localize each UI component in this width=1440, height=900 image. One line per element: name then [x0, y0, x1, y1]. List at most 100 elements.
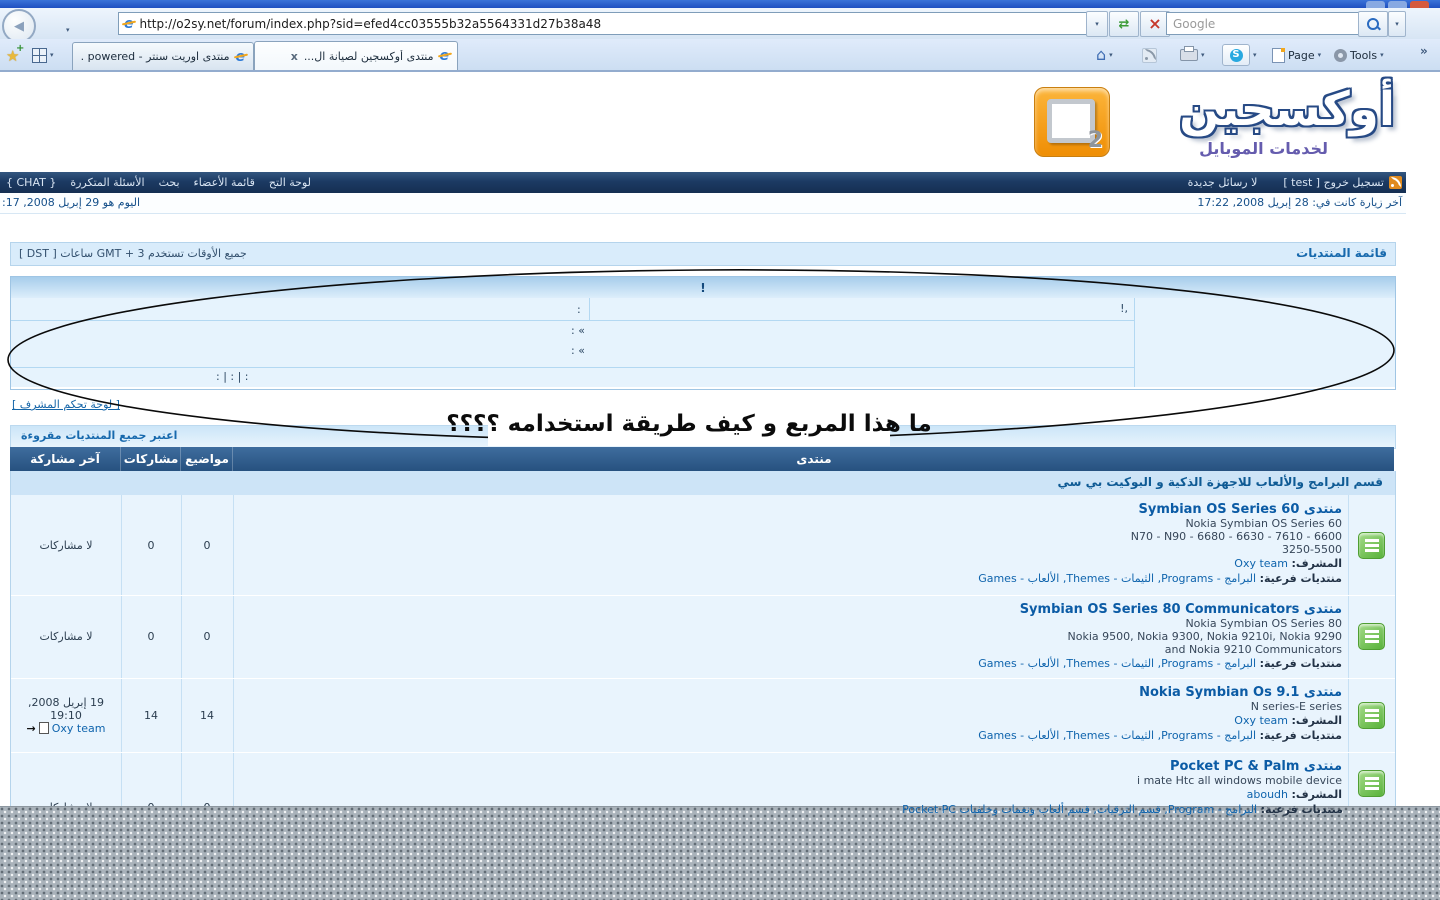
page-menu-button[interactable]: Page ▾: [1272, 44, 1321, 66]
nav-item-messages[interactable]: لا رسائل جديدة: [1188, 176, 1258, 189]
forum-info-cell: منتدى Symbian OS Series 60 Nokia Symbian…: [233, 495, 1342, 598]
stats-line-1: : «: [571, 324, 585, 337]
nav-item-search[interactable]: بحث: [159, 176, 180, 189]
rss-feed-icon[interactable]: [1389, 176, 1402, 189]
table-row: 19 إبريل 2008, 19:10 → Oxy team 14 14 من…: [11, 678, 1395, 752]
toolbar-overflow-chevron[interactable]: »: [1420, 44, 1428, 58]
skype-toolbar-button[interactable]: S ▾: [1222, 44, 1257, 66]
forum-status-cell: [1348, 595, 1395, 678]
moderator-link[interactable]: Oxy team: [1234, 714, 1288, 727]
stop-icon: ×: [1148, 16, 1161, 32]
last-post-user-link[interactable]: Oxy team: [52, 722, 106, 735]
search-input[interactable]: Google: [1166, 12, 1364, 35]
subforum-links[interactable]: البرامج - Program, قسم الترقيات, قسم ألع…: [902, 803, 1257, 816]
moderator-label: المشرف:: [1292, 788, 1343, 801]
address-history-dropdown-button[interactable]: ▾: [1086, 11, 1108, 37]
tab-oxygen-forum[interactable]: e منتدى أوكسجين لصيانة ال... x: [254, 41, 458, 70]
search-button[interactable]: [1358, 11, 1388, 37]
add-favorite-button[interactable]: ★ +: [6, 46, 19, 65]
forum-icon: [1358, 623, 1385, 650]
print-button[interactable]: ▾: [1180, 44, 1205, 66]
latest-post-page-icon[interactable]: [39, 722, 49, 734]
forum-title-link[interactable]: منتدى Symbian OS Series 80 Communicators: [1020, 602, 1342, 617]
nav-item-chat[interactable]: { CHAT }: [6, 176, 56, 189]
subforum-links[interactable]: البرامج - Programs, الثيمات - Themes, ال…: [978, 657, 1256, 670]
nav-item-memberlist[interactable]: قائمة الأعضاء: [194, 176, 255, 189]
page-icon: [1272, 48, 1285, 63]
rss-icon: [1142, 48, 1157, 63]
category-title[interactable]: قسم البرامج والألعاب للاجهزة الذكية و ال…: [1057, 475, 1383, 489]
stats-box-body: !, : : « : « : | : | :: [11, 298, 1395, 387]
screenshot-root: ◀ ▾ e http://o2sy.net/forum/index.php?si…: [0, 0, 1440, 900]
window-titlebar[interactable]: [0, 0, 1440, 8]
moderator-link[interactable]: aboudh: [1247, 788, 1288, 801]
forum-title-link[interactable]: منتدى Nokia Symbian Os 9.1: [1139, 685, 1342, 700]
forum-icon-bars: [1365, 630, 1379, 643]
mark-read-link[interactable]: اعتبر جميع المنتديات مقروءة: [21, 429, 177, 442]
o2-logo-two: 2: [1088, 128, 1103, 153]
nav-item-faq[interactable]: الأسئلة المتكررة: [70, 176, 144, 189]
subforum-links[interactable]: البرامج - Programs, الثيمات - Themes, ال…: [978, 729, 1256, 742]
forum-description: Nokia 9500, Nokia 9300, Nokia 9210i, Nok…: [233, 630, 1342, 643]
posts-value: 14: [144, 709, 158, 722]
feeds-button[interactable]: [1142, 44, 1157, 66]
close-button[interactable]: [1410, 1, 1429, 8]
forum-title-link[interactable]: منتدى Pocket PC & Palm: [1170, 759, 1342, 774]
last-post-cell: 19 إبريل 2008, 19:10 → Oxy team: [11, 678, 121, 752]
address-input[interactable]: e http://o2sy.net/forum/index.php?sid=ef…: [118, 12, 1087, 35]
o2-logo-badge: 2: [1034, 87, 1110, 157]
tools-menu-button[interactable]: Tools ▾: [1334, 44, 1384, 66]
forum-icon: [1358, 532, 1385, 559]
minimize-button[interactable]: [1366, 1, 1385, 8]
subforum-links[interactable]: البرامج - Programs, الثيمات - Themes, ال…: [978, 572, 1256, 585]
forum-rows: لا مشاركات 0 0 منتدى Symbian OS Series 6…: [10, 495, 1396, 806]
forum-navbar: لوحة التح قائمة الأعضاء بحث الأسئلة المت…: [0, 172, 1406, 193]
forum-icon-bars: [1365, 777, 1379, 790]
category-row: قسم البرامج والألعاب للاجهزة الذكية و ال…: [10, 471, 1396, 495]
forum-description: Nokia Symbian OS Series 80: [233, 617, 1342, 630]
site-logo-tagline: لخدمات الموبايل: [1199, 139, 1328, 158]
refresh-button[interactable]: ⇄: [1109, 11, 1139, 37]
forum-info-cell: منتدى Symbian OS Series 80 Communicators…: [233, 595, 1342, 681]
topics-value: 0: [204, 539, 211, 552]
tools-menu-label: Tools: [1350, 49, 1377, 62]
stats-box-header: !: [11, 277, 1395, 298]
skype-button-frame: S: [1222, 44, 1250, 66]
moderator-link[interactable]: Oxy team: [1234, 557, 1288, 570]
header-forum: منتدى: [232, 447, 1395, 471]
browser-address-row: ◀ ▾ e http://o2sy.net/forum/index.php?si…: [0, 8, 1440, 40]
tab-orbit-forum[interactable]: e منتدى اوريت سنتر - powered ...: [72, 42, 254, 70]
forum-description: Nokia Symbian OS Series 60: [233, 517, 1342, 530]
forum-description: N series-E series: [233, 700, 1342, 713]
site-logo-title: أوكسجين: [1179, 82, 1395, 138]
forum-icon-bars: [1365, 709, 1379, 722]
last-post-cell: لا مشاركات: [11, 752, 121, 806]
posts-value: 0: [148, 539, 155, 552]
ie-favicon: e: [236, 50, 246, 64]
table-row: لا مشاركات 0 0 منتدى Pocket PC & Palm i …: [11, 752, 1395, 806]
forum-info-cell: منتدى Pocket PC & Palm i mate Htc all wi…: [233, 752, 1342, 806]
divider: [11, 320, 1134, 321]
forum-index-title[interactable]: قائمة المنتديات: [1296, 246, 1387, 260]
forum-description: and Nokia 9210 Communicators: [233, 643, 1342, 656]
annotation-question: ما هذا المربع و كيف طريقة استخدامه ؟؟؟؟: [446, 411, 931, 437]
tab-list-dropdown-icon[interactable]: ▾: [50, 52, 54, 59]
search-icon: [1367, 18, 1379, 30]
moderator-panel-link[interactable]: [ لوحة تحكم المشرف ]: [12, 398, 120, 411]
back-button[interactable]: ◀: [2, 9, 36, 43]
home-button[interactable]: ⌂ ▾: [1096, 44, 1113, 66]
posts-count: 0: [121, 595, 181, 678]
tab-close-icon[interactable]: x: [291, 50, 298, 63]
chevron-down-icon: ▾: [1318, 52, 1322, 59]
last-post-cell: لا مشاركات: [11, 495, 121, 595]
redacted-gray-band: [0, 806, 1440, 900]
nav-item-logout[interactable]: تسجيل خروج [ test ]: [1283, 176, 1384, 189]
search-dropdown-button[interactable]: ▾: [1388, 11, 1406, 37]
chevron-down-icon: ▾: [1253, 52, 1257, 59]
forum-title-link[interactable]: منتدى Symbian OS Series 60: [1139, 502, 1342, 517]
latest-post-arrow-icon[interactable]: →: [27, 722, 36, 735]
maximize-button[interactable]: [1388, 1, 1407, 8]
quick-tabs-button[interactable]: [32, 48, 47, 63]
nav-item-control-panel[interactable]: لوحة التح: [269, 176, 311, 189]
nav-dropdown-icon[interactable]: ▾: [66, 27, 70, 34]
